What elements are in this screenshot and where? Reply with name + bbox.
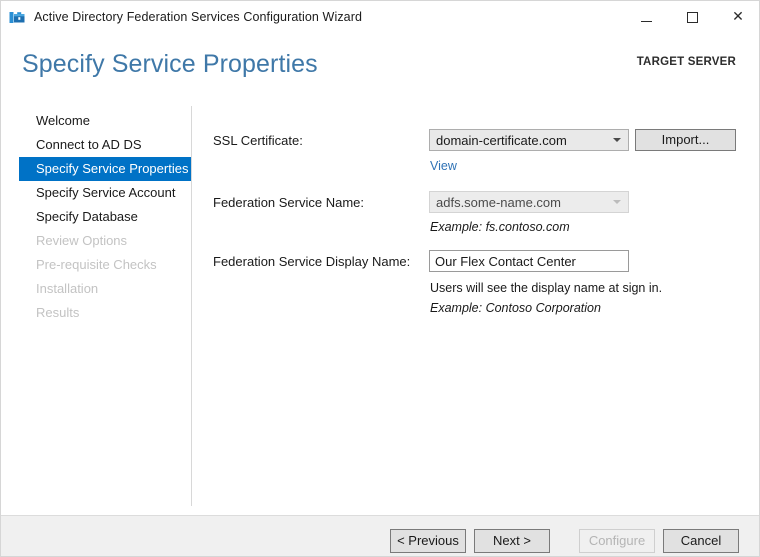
- sidebar-item-specify-service-properties[interactable]: Specify Service Properties: [19, 157, 191, 181]
- wizard-window: Active Directory Federation Services Con…: [0, 0, 760, 557]
- wizard-steps-sidebar: Welcome Connect to AD DS Specify Service…: [1, 109, 191, 325]
- maximize-icon: [686, 11, 698, 23]
- target-server-label: TARGET SERVER: [636, 56, 736, 68]
- sidebar-item-specify-service-account[interactable]: Specify Service Account: [1, 181, 191, 205]
- sidebar-item-connect-to-ad-ds[interactable]: Connect to AD DS: [1, 133, 191, 157]
- page-header: Specify Service Properties TARGET SERVER: [1, 33, 759, 103]
- close-icon: ✕: [732, 9, 744, 25]
- title-bar: Active Directory Federation Services Con…: [1, 1, 759, 33]
- federation-service-name-dropdown: adfs.some-name.com: [429, 191, 629, 213]
- window-controls: ✕: [623, 1, 759, 33]
- minimize-icon: [640, 20, 652, 22]
- sidebar-item-results: Results: [36, 305, 80, 320]
- configure-button: Configure: [579, 529, 655, 553]
- cancel-button[interactable]: Cancel: [663, 529, 739, 553]
- federation-service-name-value: adfs.some-name.com: [436, 194, 561, 210]
- previous-button[interactable]: < Previous: [390, 529, 466, 553]
- chevron-down-icon: [613, 200, 621, 204]
- service-properties-form: SSL Certificate: domain-certificate.com …: [191, 103, 759, 515]
- wizard-footer: < Previous Next > Configure Cancel: [1, 515, 759, 556]
- sidebar-item-specify-database[interactable]: Specify Database: [1, 205, 191, 229]
- sidebar-item-pre-requisite-checks: Pre-requisite Checks: [36, 257, 157, 272]
- body-area: Welcome Connect to AD DS Specify Service…: [1, 103, 759, 515]
- import-button[interactable]: Import...: [635, 129, 736, 151]
- federation-service-display-name-label: Federation Service Display Name:: [213, 254, 411, 269]
- next-button[interactable]: Next >: [474, 529, 550, 553]
- close-button[interactable]: ✕: [715, 1, 759, 33]
- federation-service-name-example: Example: fs.contoso.com: [430, 220, 570, 234]
- display-name-example: Example: Contoso Corporation: [430, 301, 601, 315]
- federation-service-name-label: Federation Service Name:: [213, 195, 365, 210]
- minimize-button[interactable]: [623, 1, 669, 33]
- sidebar-item-review-options: Review Options: [36, 233, 128, 248]
- chevron-down-icon: [613, 138, 621, 142]
- adfs-wizard-icon: [8, 8, 26, 26]
- federation-service-display-name-input[interactable]: [429, 250, 629, 272]
- page-title: Specify Service Properties: [22, 50, 318, 78]
- sidebar-item-welcome[interactable]: Welcome: [1, 109, 191, 133]
- ssl-certificate-dropdown[interactable]: domain-certificate.com: [429, 129, 629, 151]
- ssl-certificate-value: domain-certificate.com: [436, 132, 567, 148]
- display-name-hint: Users will see the display name at sign …: [430, 281, 663, 295]
- sidebar-item-installation: Installation: [36, 281, 99, 296]
- maximize-button[interactable]: [669, 1, 715, 33]
- view-certificate-link[interactable]: View: [430, 159, 457, 173]
- window-title: Active Directory Federation Services Con…: [34, 10, 363, 24]
- ssl-certificate-label: SSL Certificate:: [213, 133, 303, 148]
